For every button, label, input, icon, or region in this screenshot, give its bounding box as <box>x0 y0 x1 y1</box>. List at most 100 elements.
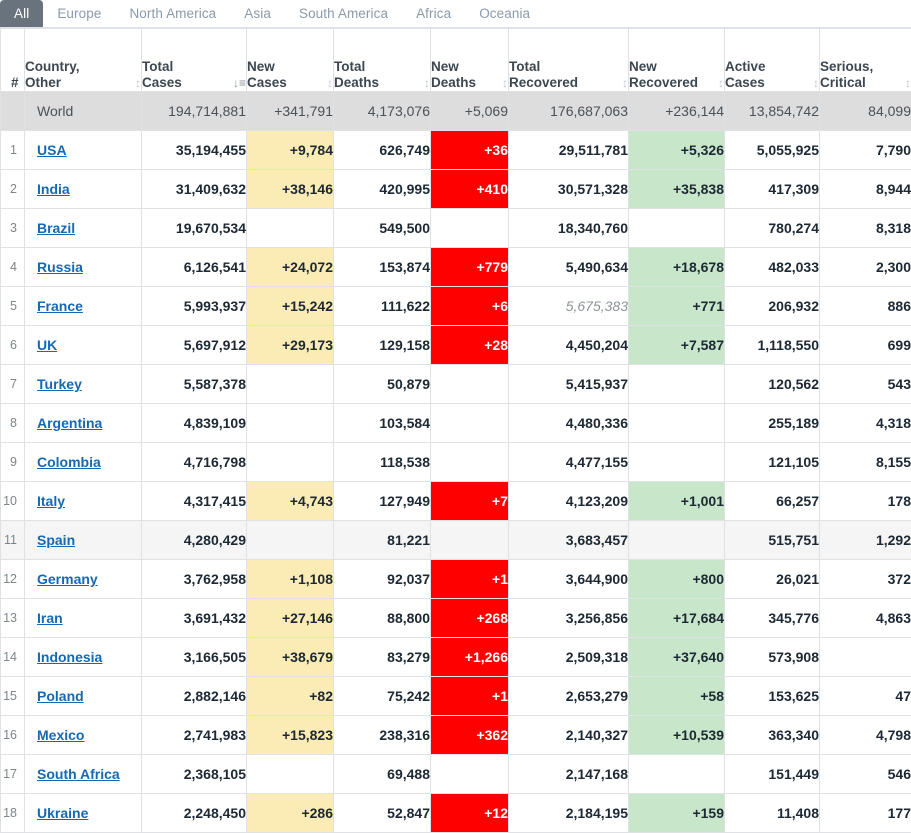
tab-asia[interactable]: Asia <box>230 0 285 27</box>
col-header-total-cases[interactable]: Total Cases ↓≡ <box>141 28 247 92</box>
new-recovered-cell: +1,001 <box>628 481 725 521</box>
col-header-total-recovered[interactable]: Total Recovered ↕ <box>508 28 629 92</box>
sort-both-icon[interactable]: ↕ <box>502 76 508 90</box>
country-name-cell: Colombia <box>24 442 142 482</box>
sort-both-icon[interactable]: ↕ <box>813 76 819 90</box>
new-recovered-cell <box>628 364 725 404</box>
tab-south-america[interactable]: South America <box>285 0 402 27</box>
new-cases-cell: +27,146 <box>246 598 334 638</box>
serious-critical-cell: 47 <box>819 676 911 716</box>
table-row: 1 USA 35,194,455 +9,784 626,749 +36 29,511,781… <box>0 130 911 170</box>
total-cases-cell: 2,368,105 <box>141 754 247 794</box>
row-rank-cell: 5 <box>0 286 25 326</box>
new-cases-cell: +38,679 <box>246 637 334 677</box>
col-header-line2: Deaths <box>431 75 477 90</box>
country-link[interactable]: USA <box>37 142 67 158</box>
table-row: 3 Brazil 19,670,534 549,500 18,340,760 780,27… <box>0 208 911 248</box>
active-cases-cell: 121,105 <box>724 442 820 482</box>
country-link[interactable]: UK <box>37 337 57 353</box>
sort-both-icon[interactable]: ↕ <box>905 76 911 90</box>
col-header-rank[interactable]: # <box>0 28 25 92</box>
sort-both-icon[interactable]: ↕ <box>424 76 430 90</box>
total-cases-cell: 31,409,632 <box>141 169 247 209</box>
country-link[interactable]: India <box>37 181 70 197</box>
col-header-line2: Cases <box>142 75 182 90</box>
world-total-deaths-cell: 4,173,076 <box>333 91 431 131</box>
country-link[interactable]: France <box>37 298 83 314</box>
country-link[interactable]: Ukraine <box>37 805 88 821</box>
row-rank-cell: 17 <box>0 754 25 794</box>
world-new-recovered-cell: +236,144 <box>628 91 725 131</box>
total-deaths-cell: 153,874 <box>333 247 431 287</box>
country-link[interactable]: Turkey <box>37 376 82 392</box>
new-recovered-cell <box>628 208 725 248</box>
country-link[interactable]: Russia <box>37 259 83 275</box>
sort-both-icon[interactable]: ↕ <box>135 76 141 90</box>
total-recovered-cell: 18,340,760 <box>508 208 629 248</box>
total-recovered-cell: 3,683,457 <box>508 520 629 560</box>
country-link[interactable]: Iran <box>37 610 63 626</box>
col-header-new-deaths[interactable]: New Deaths ↕ <box>430 28 509 92</box>
total-recovered-cell: 5,415,937 <box>508 364 629 404</box>
world-rank-cell <box>0 91 25 131</box>
active-cases-cell: 11,408 <box>724 793 820 833</box>
table-header-row: # Country, Other ↕ Total Cases ↓≡ New Cases ↕ Tota… <box>0 28 911 92</box>
new-recovered-cell: +7,587 <box>628 325 725 365</box>
country-link[interactable]: Italy <box>37 493 65 509</box>
serious-critical-cell: 543 <box>819 364 911 404</box>
sort-both-icon[interactable]: ↕ <box>622 76 628 90</box>
sort-both-icon[interactable]: ↕ <box>327 76 333 90</box>
total-deaths-cell: 118,538 <box>333 442 431 482</box>
country-name-cell: Russia <box>24 247 142 287</box>
col-header-new-recovered[interactable]: New Recovered ↕ <box>628 28 725 92</box>
col-header-line2: Cases <box>247 75 287 90</box>
tab-north-america[interactable]: North America <box>115 0 230 27</box>
col-header-serious-critical[interactable]: Serious, Critical ↕ <box>819 28 911 92</box>
country-link[interactable]: Brazil <box>37 220 75 236</box>
country-link[interactable]: Colombia <box>37 454 101 470</box>
country-link[interactable]: Germany <box>37 571 98 587</box>
new-recovered-cell: +771 <box>628 286 725 326</box>
col-header-line2: Other <box>25 75 62 90</box>
continent-tab-bar[interactable]: All Europe North America Asia South America A… <box>0 0 911 28</box>
country-link[interactable]: Poland <box>37 688 84 704</box>
country-link[interactable]: Argentina <box>37 415 102 431</box>
country-name-cell: South Africa <box>24 754 142 794</box>
total-recovered-cell: 2,509,318 <box>508 637 629 677</box>
sort-descending-icon[interactable]: ↓≡ <box>233 76 246 90</box>
col-header-new-cases[interactable]: New Cases ↕ <box>246 28 334 92</box>
total-deaths-cell: 549,500 <box>333 208 431 248</box>
col-header-country-other[interactable]: Country, Other ↕ <box>24 28 142 92</box>
tab-africa[interactable]: Africa <box>402 0 465 27</box>
country-link[interactable]: South Africa <box>37 766 120 782</box>
new-deaths-cell: +1,266 <box>430 637 509 677</box>
serious-critical-cell: 178 <box>819 481 911 521</box>
total-deaths-cell: 50,879 <box>333 364 431 404</box>
tab-all[interactable]: All <box>0 0 44 27</box>
active-cases-cell: 120,562 <box>724 364 820 404</box>
table-row: 5 France 5,993,937 +15,242 111,622 +6 5,675,38… <box>0 286 911 326</box>
world-new-deaths-cell: +5,069 <box>430 91 509 131</box>
new-deaths-cell: +7 <box>430 481 509 521</box>
sort-both-icon[interactable]: ↕ <box>718 76 724 90</box>
new-cases-cell <box>246 403 334 443</box>
new-deaths-cell: +1 <box>430 559 509 599</box>
col-header-text: New Cases <box>247 59 287 91</box>
col-header-active-cases[interactable]: Active Cases ↕ <box>724 28 820 92</box>
new-deaths-cell <box>430 364 509 404</box>
row-rank-cell: 15 <box>0 676 25 716</box>
col-header-text: New Recovered <box>629 59 698 91</box>
new-recovered-cell: +10,539 <box>628 715 725 755</box>
country-link[interactable]: Mexico <box>37 727 84 743</box>
total-cases-cell: 5,697,912 <box>141 325 247 365</box>
country-link[interactable]: Indonesia <box>37 649 102 665</box>
tab-europe[interactable]: Europe <box>43 0 115 27</box>
new-recovered-cell: +37,640 <box>628 637 725 677</box>
col-header-line2: Critical <box>820 75 866 90</box>
col-header-total-deaths[interactable]: Total Deaths ↕ <box>333 28 431 92</box>
serious-critical-cell: 372 <box>819 559 911 599</box>
country-name-cell: USA <box>24 130 142 170</box>
tab-oceania[interactable]: Oceania <box>465 0 544 27</box>
total-deaths-cell: 111,622 <box>333 286 431 326</box>
country-link[interactable]: Spain <box>37 532 75 548</box>
